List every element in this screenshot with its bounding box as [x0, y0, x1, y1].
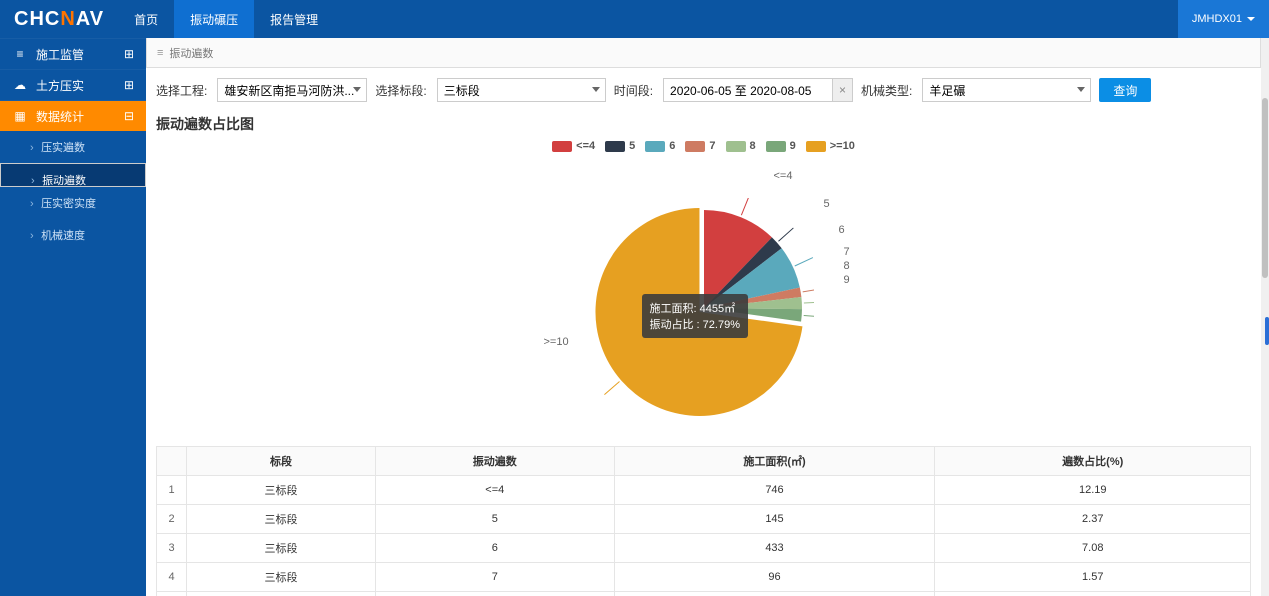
- sidebar-label: 数据统计: [36, 108, 84, 125]
- nav-vibration[interactable]: 振动碾压: [174, 0, 254, 38]
- col-ratio: 遍数占比(%): [935, 447, 1251, 476]
- cloud-icon: ☁: [12, 78, 28, 92]
- legend-item[interactable]: 7: [685, 140, 715, 152]
- brand-post: AV: [76, 8, 104, 31]
- date-range-input[interactable]: [663, 78, 833, 102]
- legend-item[interactable]: 5: [605, 140, 635, 152]
- bars-icon: ≡: [157, 47, 163, 59]
- sidebar-sub-compact-passes[interactable]: › 压实遍数: [0, 131, 146, 163]
- top-bar: CHCNAV 首页 振动碾压 报告管理 JMHDX01: [0, 0, 1269, 38]
- slice-label: 7: [844, 246, 850, 258]
- top-nav: 首页 振动碾压 报告管理: [118, 0, 334, 38]
- legend-item[interactable]: >=10: [806, 140, 855, 152]
- nav-reports[interactable]: 报告管理: [254, 0, 334, 38]
- expand-icon: ⊞: [124, 47, 134, 61]
- data-table: 标段 振动遍数 施工面积(㎡) 遍数占比(%) 1三标段<=474612.192…: [146, 446, 1261, 596]
- chart-legend: <=4 5 6 7 8 9 >=10: [146, 138, 1261, 152]
- slice-label: 8: [844, 260, 850, 272]
- time-label: 时间段:: [614, 82, 653, 99]
- grid-icon: ▦: [12, 109, 28, 123]
- sidebar-sub-speed[interactable]: › 机械速度: [0, 219, 146, 251]
- breadcrumb-text: 振动遍数: [169, 45, 213, 61]
- col-section: 标段: [187, 447, 376, 476]
- user-menu[interactable]: JMHDX01: [1178, 0, 1269, 38]
- collapse-icon: ⊟: [124, 109, 134, 123]
- sidebar-label: 施工监管: [36, 46, 84, 63]
- sidebar-group-construction[interactable]: ≡ 施工监管 ⊞: [0, 39, 146, 69]
- table-row[interactable]: 3三标段64337.08: [157, 534, 1251, 563]
- leader-line: [778, 228, 793, 241]
- leader-line: [803, 302, 813, 303]
- clear-date-button[interactable]: ×: [833, 78, 853, 102]
- sidebar: ≡ 施工监管 ⊞ ☁ 土方压实 ⊞ ▦ 数据统计 ⊟ › 压实遍数 › 振动遍数…: [0, 38, 146, 596]
- legend-item[interactable]: 9: [766, 140, 796, 152]
- slice-label: 5: [824, 198, 830, 210]
- breadcrumb: ≡ 振动遍数: [146, 38, 1261, 68]
- brand-logo: CHCNAV: [0, 0, 118, 38]
- table-row[interactable]: 4三标段7961.57: [157, 563, 1251, 592]
- table-row[interactable]: 2三标段51452.37: [157, 505, 1251, 534]
- leader-line: [803, 316, 813, 318]
- machine-select[interactable]: [922, 78, 1091, 102]
- tooltip-line1: 施工面积: 4455㎡: [650, 300, 740, 316]
- sidebar-group-stats[interactable]: ▦ 数据统计 ⊟: [0, 101, 146, 131]
- leader-line: [604, 382, 619, 395]
- panel-title: 振动遍数占比图: [146, 108, 1261, 134]
- sidebar-group-compaction[interactable]: ☁ 土方压实 ⊞: [0, 70, 146, 100]
- nav-home[interactable]: 首页: [118, 0, 174, 38]
- query-button[interactable]: 查询: [1099, 78, 1151, 102]
- sidebar-label: 土方压实: [36, 77, 84, 94]
- machine-label: 机械类型:: [861, 82, 912, 99]
- legend-item[interactable]: 8: [726, 140, 756, 152]
- legend-item[interactable]: <=4: [552, 140, 595, 152]
- table-row[interactable]: 1三标段<=474612.19: [157, 476, 1251, 505]
- col-area: 施工面积(㎡): [614, 447, 935, 476]
- legend-item[interactable]: 6: [645, 140, 675, 152]
- user-name: JMHDX01: [1192, 13, 1242, 25]
- pie-chart: <=4 5 6 7 8 9 >=10 施工面积: 4455㎡ 振动占比 : 72…: [146, 138, 1261, 438]
- sidebar-sub-density[interactable]: › 压实密实度: [0, 187, 146, 219]
- brand-accent: N: [60, 8, 75, 31]
- scroll-thumb[interactable]: [1262, 98, 1268, 278]
- content: ≡ 振动遍数 选择工程: 选择标段: 时间段: × 机械类型: 查询 振动遍数占…: [146, 38, 1261, 596]
- list-icon: ≡: [12, 47, 28, 61]
- tooltip-line2: 振动占比 : 72.79%: [650, 316, 740, 332]
- scroll-mark: [1265, 317, 1269, 345]
- section-label: 选择标段:: [375, 82, 426, 99]
- slice-label: >=10: [544, 336, 569, 348]
- slice-label: 6: [839, 224, 845, 236]
- col-index: [157, 447, 187, 476]
- leader-line: [802, 289, 813, 292]
- leader-line: [741, 198, 748, 215]
- chart-tooltip: 施工面积: 4455㎡ 振动占比 : 72.79%: [642, 294, 748, 338]
- leader-line: [794, 258, 812, 266]
- col-passes: 振动遍数: [376, 447, 615, 476]
- section-select[interactable]: [437, 78, 606, 102]
- sidebar-sub-vibration-passes[interactable]: › 振动遍数: [0, 163, 146, 187]
- page-scrollbar[interactable]: [1261, 38, 1269, 596]
- chevron-down-icon: [1247, 17, 1255, 21]
- proj-label: 选择工程:: [156, 82, 207, 99]
- proj-select[interactable]: [217, 78, 367, 102]
- slice-label: 9: [844, 274, 850, 286]
- table-row[interactable]: 5三标段81211.98: [157, 592, 1251, 596]
- expand-icon: ⊞: [124, 78, 134, 92]
- brand-pre: CHC: [14, 8, 60, 31]
- slice-label: <=4: [774, 170, 793, 182]
- filter-bar: 选择工程: 选择标段: 时间段: × 机械类型: 查询: [146, 68, 1261, 108]
